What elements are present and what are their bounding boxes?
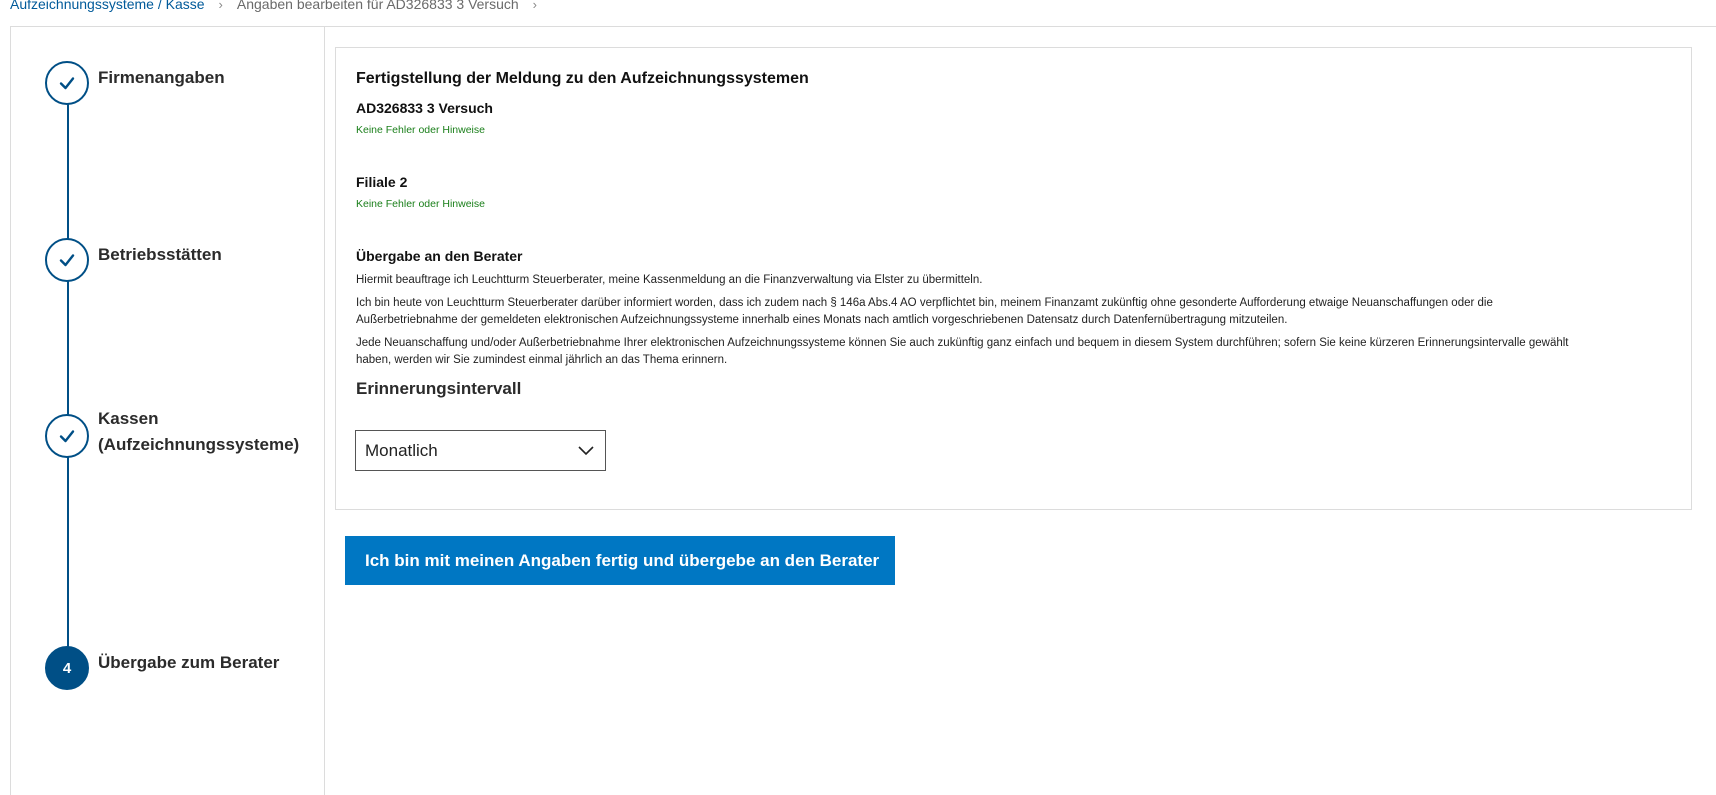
chevron-right-icon: ›: [532, 0, 538, 12]
step-firmenangaben[interactable]: Firmenangaben: [45, 61, 225, 105]
breadcrumb: Aufzeichnungssysteme / Kasse › Angaben b…: [10, 0, 551, 14]
step-uebergabe[interactable]: 4 Übergabe zum Berater: [45, 646, 279, 690]
checkmark-icon: [59, 254, 75, 267]
paragraph-line: Ich bin heute von Leuchtturm Steuerberat…: [356, 297, 1493, 309]
step-kassen[interactable]: Kassen (Aufzeichnungssysteme): [45, 409, 299, 458]
stepper-sidebar: Firmenangaben Betriebsstätten Kassen (Au…: [11, 27, 325, 795]
step-done-circle: [45, 61, 89, 105]
handover-title: Übergabe an den Berater: [356, 248, 523, 264]
step-done-circle: [45, 414, 89, 458]
interval-select[interactable]: Monatlich: [355, 430, 606, 471]
breadcrumb-current: Angaben bearbeiten für AD326833 3 Versuc…: [236, 0, 519, 12]
chevron-down-icon: [578, 446, 594, 456]
step-done-circle: [45, 238, 89, 282]
step-label: Betriebsstätten: [98, 245, 222, 264]
chevron-right-icon: ›: [218, 0, 223, 12]
submit-to-advisor-button[interactable]: Ich bin mit meinen Angaben fertig und üb…: [345, 536, 895, 585]
card-title: Fertigstellung der Meldung zu den Aufzei…: [356, 70, 809, 87]
entry-title: Filiale 2: [356, 174, 408, 190]
step-label-line2: (Aufzeichnungssysteme): [98, 435, 300, 454]
step-betriebsstaetten[interactable]: Betriebsstätten: [45, 238, 222, 282]
step-label-line1: Kassen: [98, 409, 159, 428]
step-active-circle: 4: [45, 646, 89, 690]
paragraph-line: Außerbetriebnahme der gemeldeten elektro…: [356, 314, 1288, 326]
handover-paragraph: Hiermit beauftrage ich Leuchtturm Steuer…: [356, 274, 983, 286]
entry-title: AD326833 3 Versuch: [356, 100, 493, 116]
step-label: Firmenangaben: [98, 68, 225, 87]
handover-block: Übergabe an den Berater Hiermit beauftra…: [356, 248, 1676, 369]
handover-paragraph: Ich bin heute von Leuchtturm Steuerberat…: [356, 295, 1676, 329]
entry-status: Keine Fehler oder Hinweise: [356, 124, 485, 136]
step-label: Übergabe zum Berater: [98, 653, 280, 672]
paragraph-line: haben, werden wir Sie zumindest einmal j…: [356, 354, 728, 366]
interval-selected-value: Monatlich: [365, 440, 438, 460]
entry-status: Keine Fehler oder Hinweise: [356, 198, 485, 210]
summary-card: Fertigstellung der Meldung zu den Aufzei…: [335, 47, 1692, 510]
handover-paragraph: Jede Neuanschaffung und/oder Außerbetrie…: [356, 335, 1676, 369]
paragraph-line: Jede Neuanschaffung und/oder Außerbetrie…: [356, 337, 1569, 349]
checkmark-icon: [59, 430, 75, 443]
entry-block: Filiale 2 Keine Fehler oder Hinweise: [356, 174, 1676, 210]
breadcrumb-link-aufzeichnungssysteme[interactable]: Aufzeichnungssysteme / Kasse: [10, 0, 205, 12]
entry-block: AD326833 3 Versuch Keine Fehler oder Hin…: [356, 100, 1676, 136]
checkmark-icon: [59, 77, 75, 90]
step-label: Kassen (Aufzeichnungssysteme): [98, 406, 299, 458]
interval-label: Erinnerungsintervall: [356, 379, 522, 398]
stepper-connector-line: [67, 87, 69, 667]
summary-card-content: Fertigstellung der Meldung zu den Aufzei…: [356, 70, 1676, 399]
